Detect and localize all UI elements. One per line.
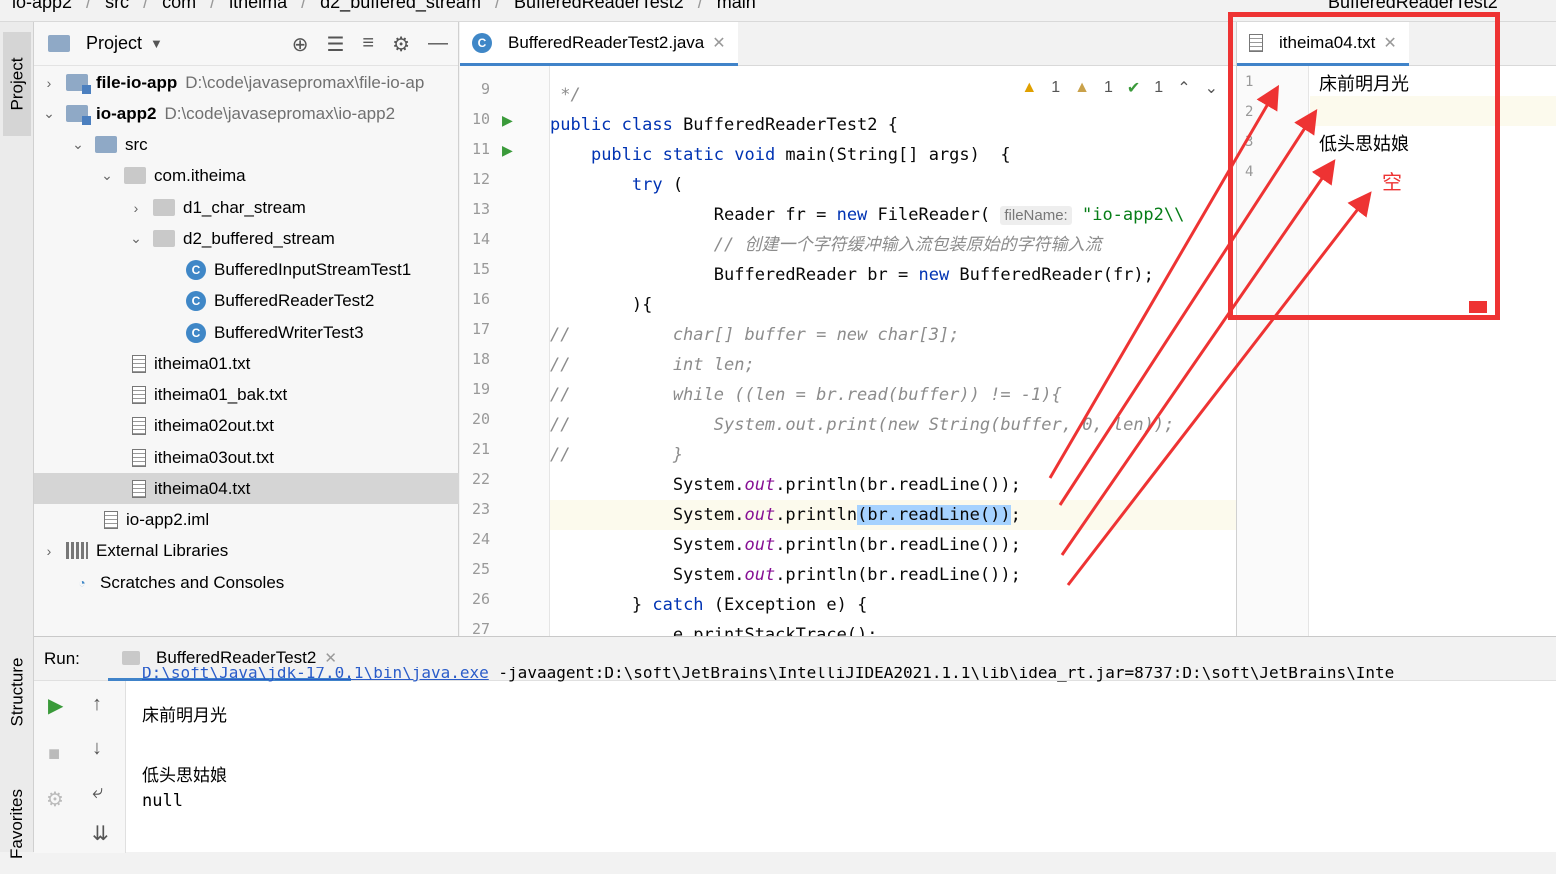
command-args: -javaagent:D:\soft\JetBrains\IntelliJIDE… (488, 667, 1395, 682)
console-command-line: D:\soft\Java\jdk-17.0.1\bin\java.exe -ja… (142, 667, 1394, 683)
arrow-down-icon[interactable]: ↓ (92, 737, 102, 760)
run-toolbar: ▶ ↑ ■ ↓ ⚙ ⤶ ⇊ (34, 681, 126, 853)
console-line: 床前明月光 (142, 706, 227, 725)
annotation-arrow (1058, 108, 1318, 506)
annotation-arrow (1048, 84, 1280, 479)
scroll-to-end-icon[interactable]: ⇊ (92, 821, 109, 846)
console-output[interactable]: D:\soft\Java\jdk-17.0.1\bin\java.exe -ja… (142, 667, 1556, 853)
console-line: 低头思姑娘 (142, 766, 227, 785)
soft-wrap-icon[interactable]: ⤶ (92, 781, 103, 804)
settings-icon[interactable]: ⚙ (46, 787, 64, 812)
run-config-icon (122, 650, 140, 665)
java-exe-link[interactable]: D:\soft\Java\jdk-17.0.1\bin\java.exe (142, 667, 489, 682)
annotation-arrow (1066, 191, 1372, 586)
stop-icon[interactable]: ■ (48, 743, 60, 766)
arrow-up-icon[interactable]: ↑ (92, 693, 102, 716)
rerun-icon[interactable]: ▶ (48, 693, 63, 718)
console-line: null (142, 791, 183, 811)
run-tool-window: Run: BufferedReaderTest2 ✕ ▶ ↑ ■ ↓ ⚙ ⤶ ⇊… (34, 636, 1556, 853)
run-tab-label: BufferedReaderTest2 (156, 647, 317, 667)
close-icon[interactable]: ✕ (324, 649, 337, 667)
run-label: Run: (44, 648, 80, 668)
